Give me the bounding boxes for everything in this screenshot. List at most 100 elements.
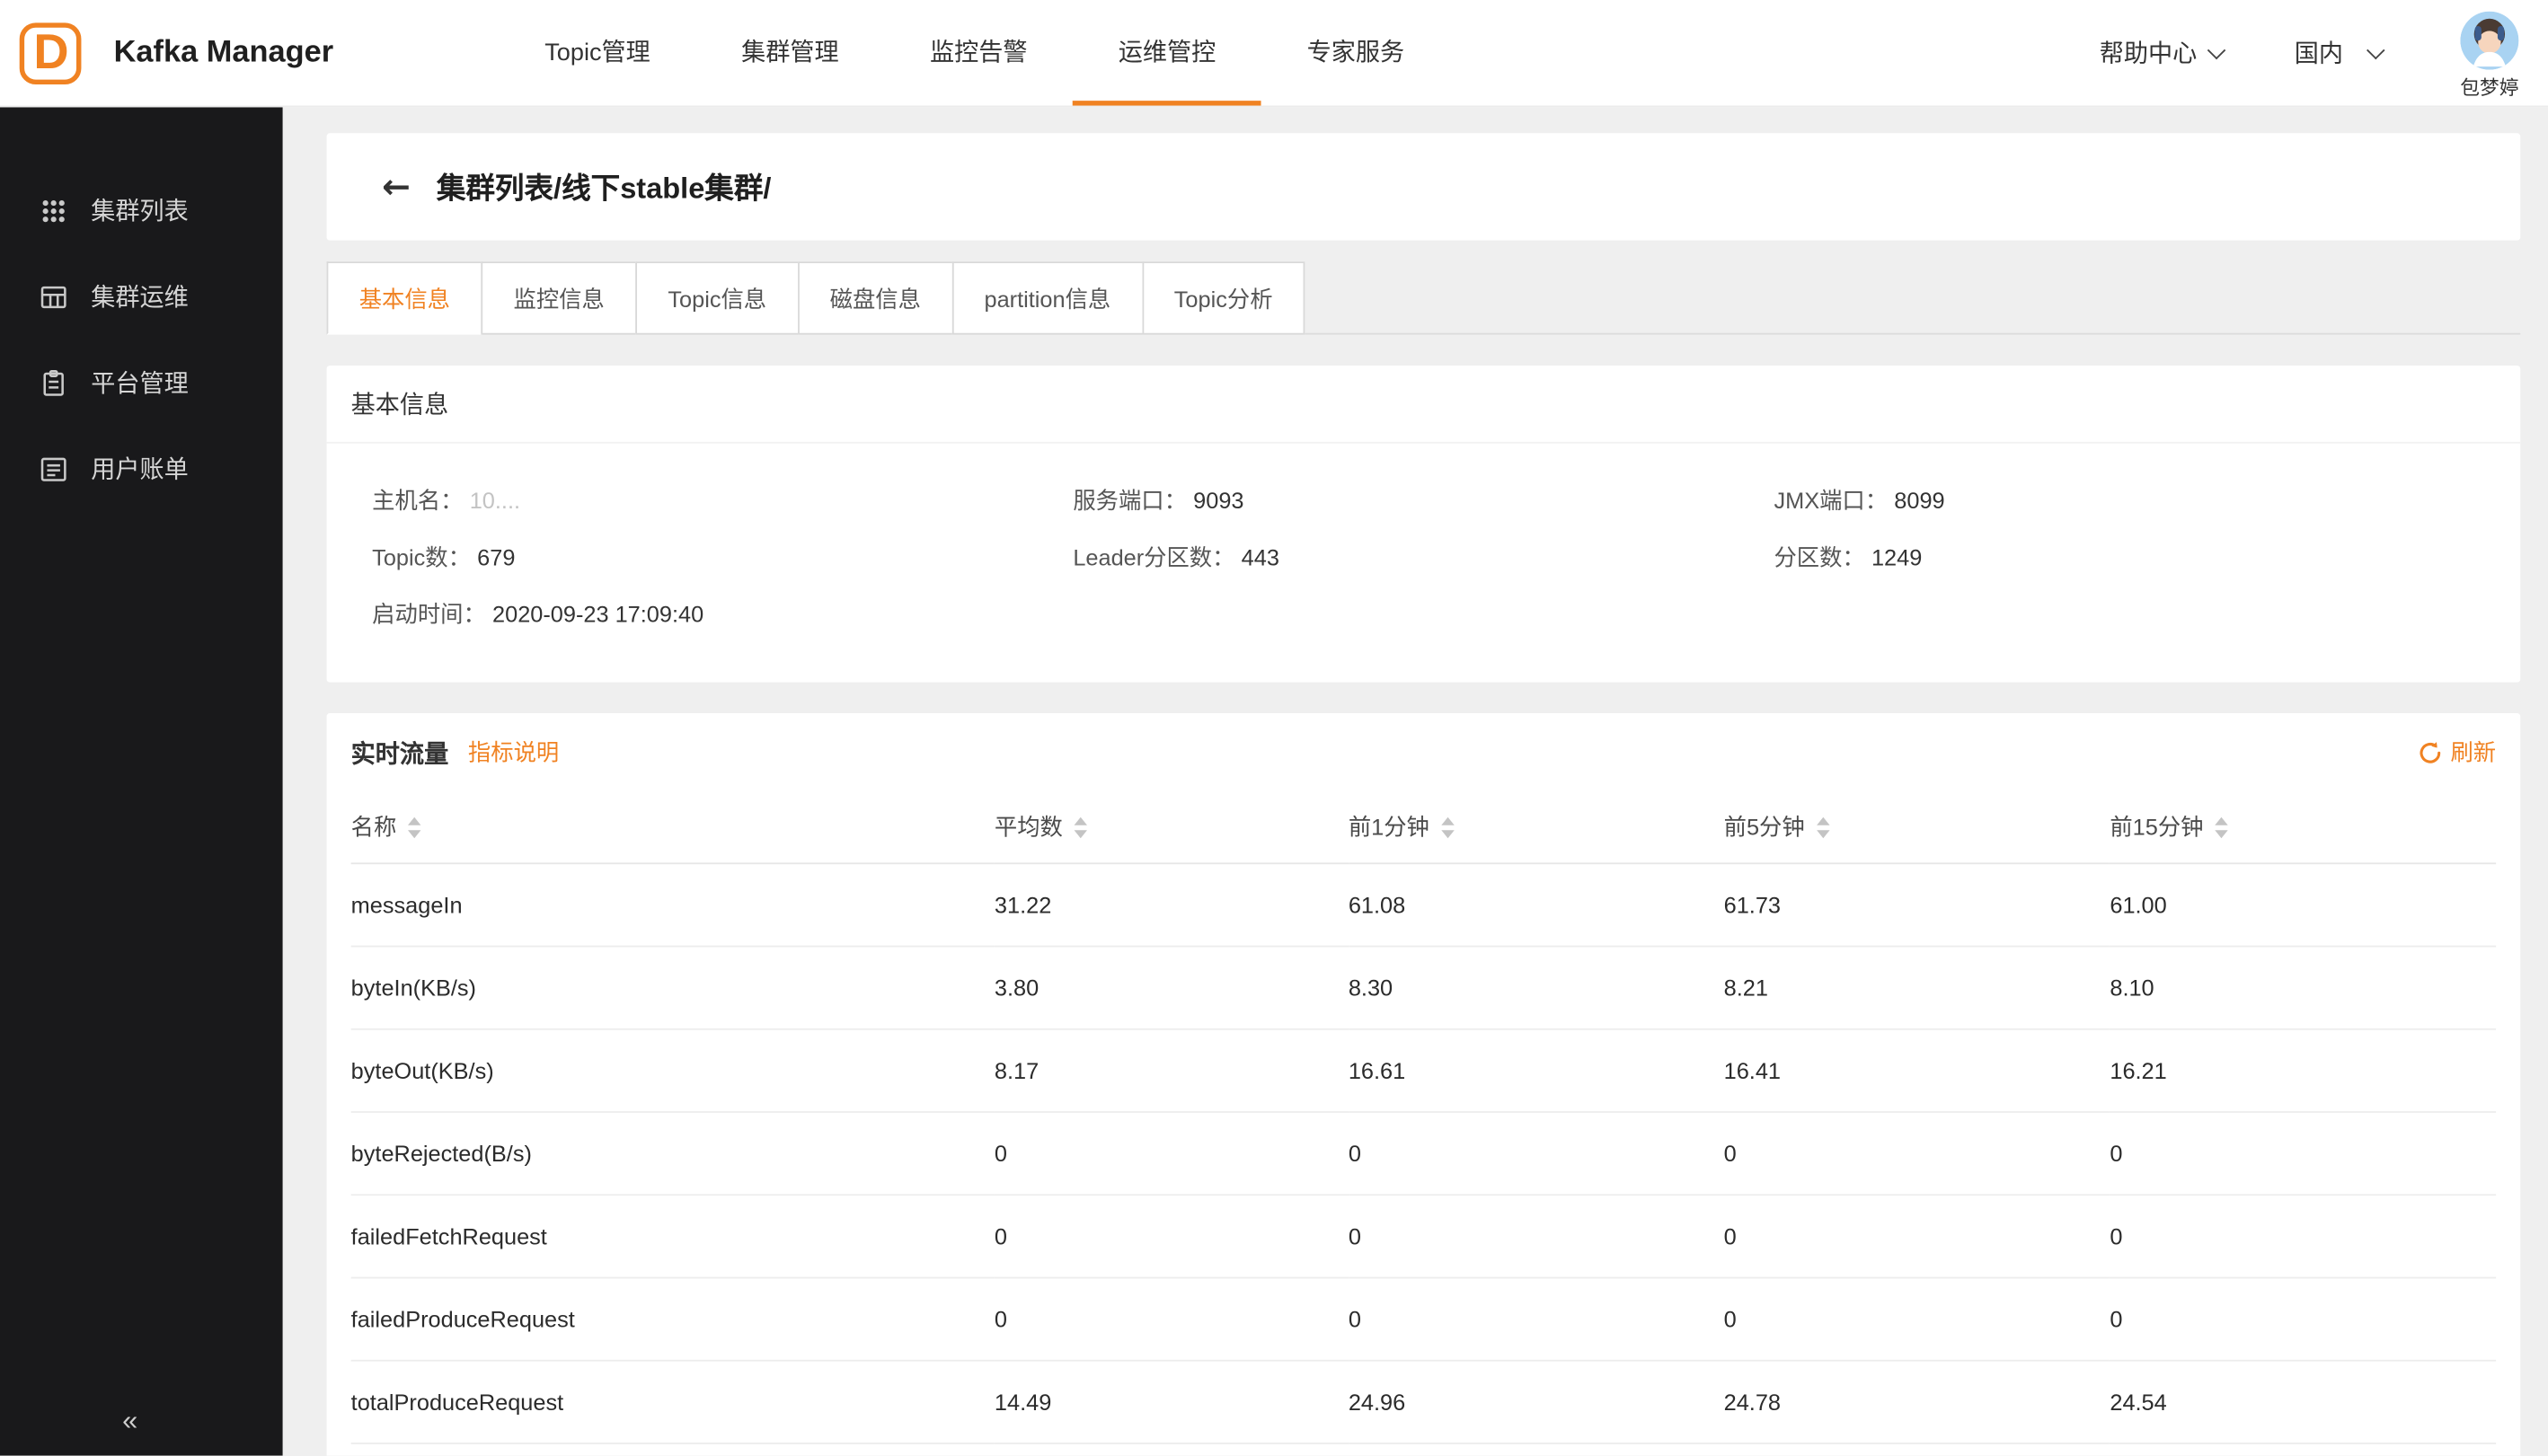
metric-name: byteRejected(B/s) — [351, 1112, 995, 1195]
region-select[interactable]: 国内 — [2295, 36, 2383, 70]
metric-value: 14.49 — [995, 1361, 1349, 1443]
sort-caret-icon[interactable] — [1441, 816, 1454, 838]
sidebar-item-cluster-list[interactable]: 集群列表 — [0, 167, 283, 253]
metric-value: 24.96 — [1349, 1361, 1724, 1443]
metric-value: 61.73 — [1724, 863, 2110, 946]
main-nav: Topic管理 集群管理 监控告警 运维管控 专家服务 — [500, 0, 1450, 106]
sort-caret-icon[interactable] — [1816, 816, 1828, 838]
user-menu[interactable]: 包梦婷 — [2460, 4, 2518, 101]
sidebar-item-user-bill[interactable]: 用户账单 — [0, 426, 283, 512]
top-header: D Kafka Manager Topic管理 集群管理 监控告警 运维管控 专… — [0, 0, 2548, 107]
tab-monitor-info[interactable]: 监控信息 — [481, 261, 637, 334]
avatar — [2460, 12, 2518, 70]
metric-value: 61.00 — [2110, 863, 2496, 946]
metric-value: 3.80 — [995, 947, 1349, 1029]
metric-value: 0 — [1724, 1112, 2110, 1195]
sort-header-5min[interactable]: 前5分钟 — [1724, 811, 1829, 843]
sidebar-item-label: 集群运维 — [91, 279, 189, 313]
tab-topic-info[interactable]: Topic信息 — [635, 261, 799, 334]
metric-value: 0 — [1349, 1195, 1724, 1277]
sidebar-item-label: 平台管理 — [91, 366, 189, 400]
basic-info-fields: 主机名： 10.... 服务端口： 9093 JMX端口： 8099 Topic… — [327, 444, 2521, 669]
help-center-menu[interactable]: 帮助中心 — [2100, 36, 2223, 70]
host-value: 10.... — [470, 484, 520, 516]
detail-tabs: 基本信息 监控信息 Topic信息 磁盘信息 partition信息 Topic… — [327, 261, 2521, 334]
help-center-label: 帮助中心 — [2100, 36, 2198, 70]
nav-item-monitor[interactable]: 监控告警 — [884, 0, 1073, 106]
metric-value: 8.30 — [1349, 947, 1724, 1029]
sort-caret-icon[interactable] — [408, 816, 420, 838]
table-row: byteOut(KB/s) 8.17 16.61 16.41 16.21 — [351, 1029, 2496, 1112]
back-arrow-icon[interactable]: ← — [382, 170, 411, 204]
chevron-down-icon — [2367, 40, 2384, 58]
bill-list-icon — [36, 451, 72, 487]
metric-doc-link[interactable]: 指标说明 — [468, 736, 559, 768]
metric-name: byteIn(KB/s) — [351, 947, 995, 1029]
sidebar-item-cluster-ops[interactable]: 集群运维 — [0, 253, 283, 340]
app-stage: D Kafka Manager Topic管理 集群管理 监控告警 运维管控 专… — [0, 0, 2548, 1456]
metric-value: 0 — [995, 1112, 1349, 1195]
nav-item-ops[interactable]: 运维管控 — [1073, 0, 1261, 106]
info-field-jmx-port: JMX端口： 8099 — [1774, 484, 2474, 516]
refresh-button[interactable]: 刷新 — [2418, 736, 2496, 768]
tab-basic-info[interactable]: 基本信息 — [327, 261, 483, 334]
table-row: failedProduceRequest 0 0 0 0 — [351, 1278, 2496, 1361]
main-content: ← 集群列表/线下stable集群/ 基本信息 监控信息 Topic信息 磁盘信… — [283, 106, 2548, 1456]
metric-name: failedProduceRequest — [351, 1278, 995, 1361]
nav-item-expert[interactable]: 专家服务 — [1261, 0, 1450, 106]
metric-value: 24.54 — [2110, 1361, 2496, 1443]
metric-value: 0 — [2110, 1195, 2496, 1277]
chevron-down-icon — [2207, 40, 2225, 58]
sidebar-items: 集群列表 集群运维 — [0, 106, 283, 512]
sidebar-collapse-toggle[interactable]: « — [0, 1388, 260, 1456]
metric-value: 0 — [1349, 1278, 1724, 1361]
metric-value: 0 — [2110, 1278, 2496, 1361]
realtime-traffic-card: 实时流量 指标说明 刷新 名称 平均数 — [327, 713, 2521, 1456]
sort-header-avg[interactable]: 平均数 — [995, 811, 1087, 843]
cluster-grid-icon — [36, 192, 72, 228]
tab-partition-info[interactable]: partition信息 — [951, 261, 1143, 334]
page-title: 集群列表/线下stable集群/ — [437, 165, 772, 207]
metric-value: 0 — [995, 1195, 1349, 1277]
info-field-host: 主机名： 10.... — [372, 484, 1073, 516]
metric-value: 8.17 — [995, 1029, 1349, 1112]
info-field-partitions: 分区数： 1249 — [1774, 541, 2474, 573]
metric-value: 24.78 — [1724, 1361, 2110, 1443]
app-logo-icon: D — [20, 22, 82, 84]
tab-disk-info[interactable]: 磁盘信息 — [797, 261, 953, 334]
table-row: failedFetchRequest 0 0 0 0 — [351, 1195, 2496, 1277]
info-field-leader-partitions: Leader分区数： 443 — [1073, 541, 1774, 573]
clipboard-icon — [36, 365, 72, 401]
metric-value: 61.08 — [1349, 863, 1724, 946]
sidebar-item-label: 集群列表 — [91, 193, 189, 227]
nav-item-topic[interactable]: Topic管理 — [500, 0, 696, 106]
breadcrumb: ← 集群列表/线下stable集群/ — [327, 133, 2521, 240]
nav-item-cluster[interactable]: 集群管理 — [695, 0, 884, 106]
metric-value: 0 — [1724, 1278, 2110, 1361]
metric-value: 0 — [1349, 1112, 1724, 1195]
info-field-service-port: 服务端口： 9093 — [1073, 484, 1774, 516]
metric-value: 13308.80 — [995, 1443, 1349, 1456]
metric-value: 0 — [995, 1278, 1349, 1361]
sort-caret-icon[interactable] — [1075, 816, 1087, 838]
metric-value: 0 — [2110, 1112, 2496, 1195]
sort-caret-icon[interactable] — [2215, 816, 2227, 838]
region-label: 国内 — [2295, 36, 2343, 70]
sidebar: 集群列表 集群运维 — [0, 106, 283, 1456]
metric-value: 16.21 — [2110, 1029, 2496, 1112]
home-link[interactable]: D Kafka Manager — [0, 0, 333, 106]
sort-header-name[interactable]: 名称 — [351, 811, 421, 843]
metric-name: totalProduceRequest — [351, 1361, 995, 1443]
sort-header-1min[interactable]: 前1分钟 — [1349, 811, 1454, 843]
metric-value: 8.21 — [1724, 947, 2110, 1029]
refresh-label: 刷新 — [2450, 736, 2496, 768]
metric-value: 31.22 — [995, 863, 1349, 946]
sidebar-item-platform-mgmt[interactable]: 平台管理 — [0, 340, 283, 426]
metric-value: 0 — [1724, 1195, 2110, 1277]
tab-topic-analysis[interactable]: Topic分析 — [1142, 261, 1305, 334]
table-row: totalFetchRequest 13308.80 21399.05 2140… — [351, 1443, 2496, 1456]
metric-value: 21228.01 — [2110, 1443, 2496, 1456]
sort-header-15min[interactable]: 前15分钟 — [2110, 811, 2227, 843]
metric-value: 8.10 — [2110, 947, 2496, 1029]
refresh-icon — [2418, 740, 2442, 764]
